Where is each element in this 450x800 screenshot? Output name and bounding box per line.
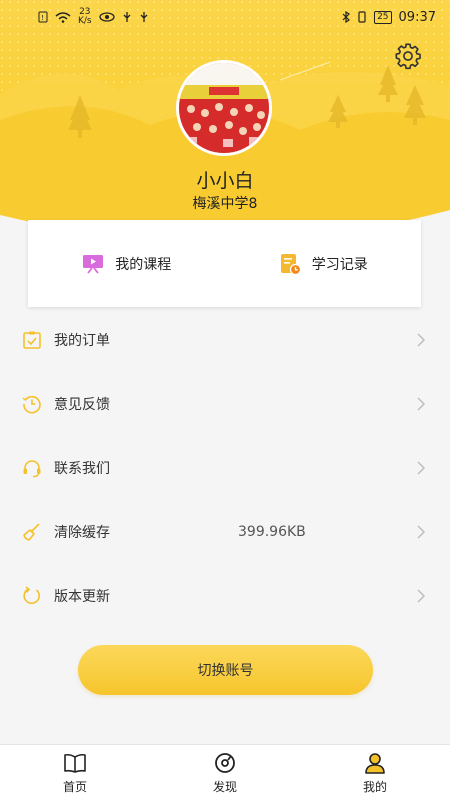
menu-label: 意见反馈: [54, 397, 110, 413]
status-bar: ! 23 K/s 25 09:37: [0, 0, 450, 34]
refresh-icon: [23, 586, 40, 605]
chevron-right-icon: [417, 397, 425, 411]
net-speed: 23 K/s: [78, 7, 92, 26]
study-record-button[interactable]: 学习记录: [225, 220, 422, 307]
chevron-right-icon: [417, 461, 425, 475]
eye-icon: [98, 12, 115, 22]
person-icon: [365, 752, 385, 774]
menu-label: 清除缓存: [54, 525, 110, 541]
study-record-label: 学习记录: [311, 256, 368, 273]
menu-item-feedback[interactable]: 意见反馈: [0, 372, 450, 436]
clear-cache-icon: [23, 523, 40, 541]
settings-menu: 我的订单 意见反馈 联系我们 清除缓存 399.96KB 版本更新: [0, 308, 450, 628]
bottom-tab-bar: 首页 发现 我的: [0, 744, 450, 800]
menu-item-orders[interactable]: 我的订单: [0, 308, 450, 372]
headset-icon: [23, 460, 41, 478]
sim-icon: !: [38, 11, 48, 23]
settings-gear-icon[interactable]: [394, 42, 422, 70]
quick-links-card: 我的课程 学习记录: [28, 220, 421, 307]
order-clipboard-icon: [23, 331, 41, 349]
menu-item-version-update[interactable]: 版本更新: [0, 564, 450, 628]
school-name: 梅溪中学8: [192, 196, 258, 212]
profile-header: ! 23 K/s 25 09:37 小小白 梅溪中学8: [0, 0, 450, 250]
discover-icon: [215, 752, 235, 773]
vibrate-icon: [358, 11, 366, 23]
cache-size-value: 399.96KB: [238, 524, 306, 540]
wifi-icon: [55, 12, 71, 23]
menu-label: 我的订单: [54, 333, 110, 349]
bluetooth-icon: [342, 11, 351, 23]
feedback-clock-icon: [22, 395, 41, 414]
battery-level: 25: [374, 10, 392, 24]
menu-item-contact[interactable]: 联系我们: [0, 436, 450, 500]
avatar[interactable]: [176, 60, 272, 156]
book-icon: [64, 753, 86, 773]
chevron-right-icon: [417, 333, 425, 347]
svg-text:!: !: [41, 14, 44, 22]
tab-label: 我的: [362, 779, 387, 794]
tab-mine[interactable]: 我的: [300, 745, 450, 800]
menu-item-clear-cache[interactable]: 清除缓存 399.96KB: [0, 500, 450, 564]
usb-icon-2: [140, 12, 148, 22]
tab-discover[interactable]: 发现: [150, 745, 300, 800]
username: 小小白: [196, 170, 254, 192]
tab-label: 首页: [62, 779, 87, 794]
my-courses-label: 我的课程: [115, 256, 172, 273]
course-screen-icon: [83, 254, 104, 274]
menu-label: 版本更新: [54, 589, 110, 605]
avatar-photo: [179, 63, 269, 153]
study-record-icon: [280, 253, 301, 275]
usb-icon: [123, 12, 131, 22]
my-courses-button[interactable]: 我的课程: [28, 220, 225, 307]
menu-label: 联系我们: [54, 461, 110, 477]
switch-account-button[interactable]: 切换账号: [78, 645, 373, 695]
chevron-right-icon: [417, 525, 425, 539]
chevron-right-icon: [417, 589, 425, 603]
tab-label: 发现: [212, 779, 237, 794]
tab-home[interactable]: 首页: [0, 745, 150, 800]
clock: 09:37: [398, 9, 436, 25]
